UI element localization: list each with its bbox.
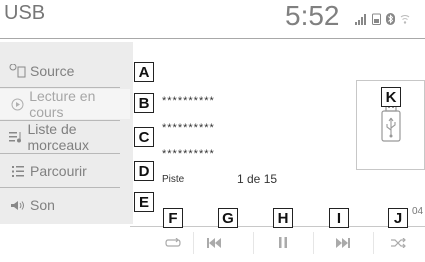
wifi-icon bbox=[400, 12, 410, 30]
sidebar-item-label: Son bbox=[30, 197, 55, 213]
sidebar-item-now-playing[interactable]: Lecture en cours bbox=[0, 88, 130, 120]
callout-b: B bbox=[134, 93, 154, 113]
usb-icon bbox=[378, 102, 404, 148]
callout-h: H bbox=[273, 208, 293, 228]
pause-button[interactable] bbox=[253, 232, 313, 256]
next-track-button[interactable] bbox=[313, 232, 373, 256]
sidebar-item-label: Source bbox=[30, 63, 75, 79]
shuffle-icon bbox=[390, 235, 407, 253]
callout-e: E bbox=[134, 192, 154, 212]
clock: 5:52 bbox=[285, 0, 340, 31]
bluetooth-icon bbox=[386, 12, 395, 30]
signal-icon bbox=[355, 12, 367, 30]
sidebar-divider bbox=[0, 187, 120, 188]
pause-icon bbox=[279, 235, 287, 253]
artist-name: ********** bbox=[162, 122, 215, 134]
callout-d: D bbox=[134, 161, 154, 181]
callout-c: C bbox=[134, 127, 154, 147]
sidebar-item-browse[interactable]: Parcourir bbox=[0, 156, 130, 186]
previous-track-button[interactable] bbox=[171, 232, 231, 256]
source-icon bbox=[6, 64, 30, 78]
shuffle-button[interactable] bbox=[372, 232, 425, 256]
header-divider bbox=[0, 38, 425, 39]
callout-f: F bbox=[163, 208, 183, 228]
callout-i: I bbox=[329, 208, 349, 228]
screen: USB 5:52 Source Lecture en cours Liste d… bbox=[0, 0, 425, 262]
browse-icon bbox=[6, 165, 30, 177]
album-name: ********** bbox=[162, 148, 215, 160]
callout-a: A bbox=[134, 62, 154, 82]
song-title: ********** bbox=[162, 95, 215, 107]
speaker-icon bbox=[6, 200, 30, 211]
next-track-icon bbox=[336, 235, 350, 253]
sidebar-item-label: Parcourir bbox=[30, 163, 87, 179]
sidebar-divider bbox=[0, 153, 120, 154]
playlist-icon bbox=[6, 131, 28, 143]
callout-k: K bbox=[381, 87, 401, 107]
callout-g: G bbox=[218, 208, 238, 228]
previous-track-icon bbox=[207, 235, 221, 253]
sidebar-item-source[interactable]: Source bbox=[0, 56, 130, 86]
phone-battery-icon bbox=[372, 12, 381, 30]
page-title: USB bbox=[4, 2, 46, 24]
sidebar-item-sound[interactable]: Son bbox=[0, 190, 130, 220]
callout-j: J bbox=[388, 208, 408, 228]
track-info: 1 de 15 bbox=[237, 172, 278, 186]
track-label: Piste bbox=[162, 174, 185, 185]
elapsed-time: 04 bbox=[412, 206, 424, 217]
status-icons bbox=[355, 12, 410, 30]
play-circle-icon bbox=[6, 98, 29, 111]
sidebar-item-label: Lecture en cours bbox=[29, 88, 96, 120]
sidebar-item-label: Liste de morceaux bbox=[27, 121, 89, 153]
sidebar-item-track-list[interactable]: Liste de morceaux bbox=[0, 121, 130, 153]
